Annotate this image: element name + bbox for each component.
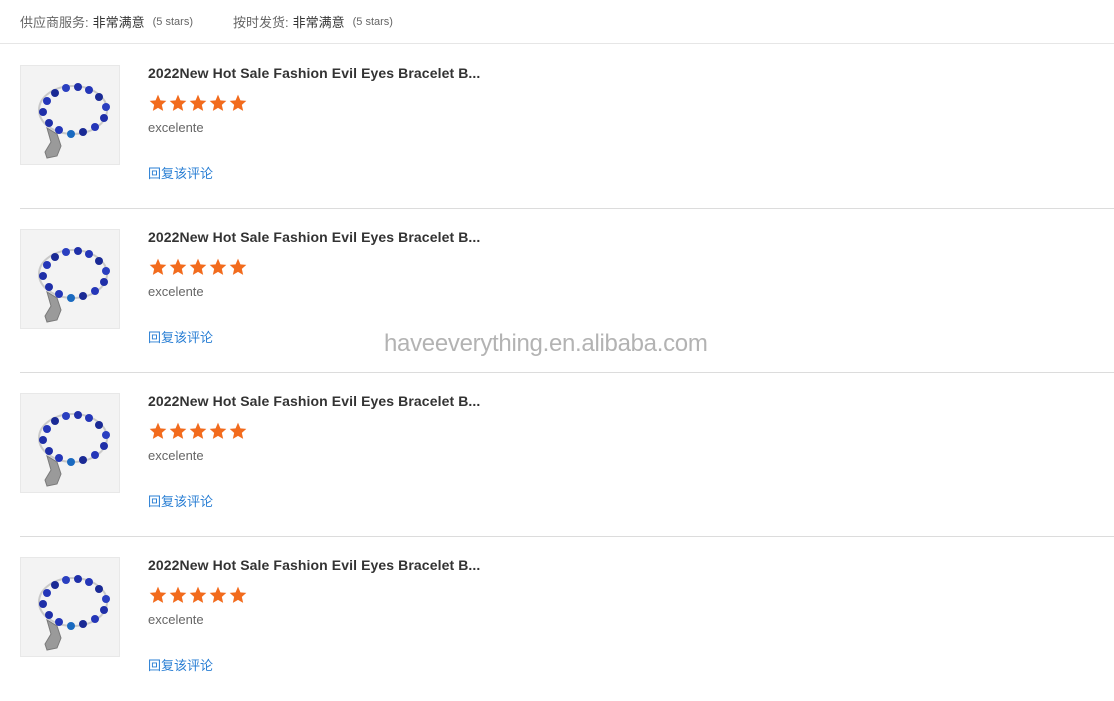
star-rating (148, 93, 668, 113)
reply-review-link[interactable]: 回复该评论 (148, 165, 213, 183)
supplier-service-value: 非常满意 (92, 15, 145, 30)
ontime-delivery-note: (5 stars) (352, 15, 393, 28)
review-text: excelente (148, 612, 204, 627)
review-item: 2022New Hot Sale Fashion Evil Eyes Brace… (20, 209, 1114, 373)
star-icon (228, 257, 248, 277)
star-icon (148, 93, 168, 113)
ontime-delivery-label: 按时发货: (232, 15, 289, 30)
star-icon (168, 585, 188, 605)
review-item: 2022New Hot Sale Fashion Evil Eyes Brace… (20, 537, 1114, 701)
review-list: 2022New Hot Sale Fashion Evil Eyes Brace… (0, 45, 1114, 701)
reply-review-link[interactable]: 回复该评论 (148, 329, 213, 347)
star-icon (208, 421, 228, 441)
ontime-delivery-value: 非常满意 (292, 15, 345, 30)
bracelet-image-icon (21, 394, 119, 492)
store-rating-summary: 供应商服务: 非常满意 (5 stars) 按时发货: 非常满意 (5 star… (0, 0, 1114, 44)
star-icon (148, 257, 168, 277)
supplier-service-rating: 供应商服务: 非常满意 (5 stars) (20, 12, 193, 31)
product-title[interactable]: 2022New Hot Sale Fashion Evil Eyes Brace… (148, 391, 493, 411)
star-rating (148, 585, 668, 605)
review-item: 2022New Hot Sale Fashion Evil Eyes Brace… (20, 373, 1114, 537)
product-thumbnail[interactable] (20, 65, 120, 165)
bracelet-image-icon (21, 558, 119, 656)
ontime-delivery-rating: 按时发货: 非常满意 (5 stars) (233, 12, 393, 31)
product-title[interactable]: 2022New Hot Sale Fashion Evil Eyes Brace… (148, 63, 493, 83)
star-icon (228, 93, 248, 113)
review-body: 2022New Hot Sale Fashion Evil Eyes Brace… (148, 555, 668, 675)
star-icon (148, 421, 168, 441)
reply-review-link[interactable]: 回复该评论 (148, 657, 213, 675)
star-icon (208, 93, 228, 113)
review-body: 2022New Hot Sale Fashion Evil Eyes Brace… (148, 63, 668, 183)
star-rating (148, 421, 668, 441)
star-rating (148, 257, 668, 277)
star-icon (188, 585, 208, 605)
product-thumbnail[interactable] (20, 557, 120, 657)
product-thumbnail[interactable] (20, 393, 120, 493)
bracelet-image-icon (21, 66, 119, 164)
star-icon (228, 421, 248, 441)
star-icon (188, 421, 208, 441)
review-text: excelente (148, 448, 204, 463)
star-icon (168, 421, 188, 441)
star-icon (188, 257, 208, 277)
review-text: excelente (148, 120, 204, 135)
star-icon (168, 93, 188, 113)
product-thumbnail[interactable] (20, 229, 120, 329)
product-title[interactable]: 2022New Hot Sale Fashion Evil Eyes Brace… (148, 227, 493, 247)
supplier-service-note: (5 stars) (152, 15, 193, 28)
supplier-service-label: 供应商服务: (20, 15, 89, 30)
star-icon (168, 257, 188, 277)
star-icon (208, 585, 228, 605)
review-body: 2022New Hot Sale Fashion Evil Eyes Brace… (148, 391, 668, 511)
product-title[interactable]: 2022New Hot Sale Fashion Evil Eyes Brace… (148, 555, 493, 575)
reply-review-link[interactable]: 回复该评论 (148, 493, 213, 511)
star-icon (148, 585, 168, 605)
star-icon (188, 93, 208, 113)
bracelet-image-icon (21, 230, 119, 328)
review-item: 2022New Hot Sale Fashion Evil Eyes Brace… (20, 45, 1114, 209)
review-text: excelente (148, 284, 204, 299)
star-icon (208, 257, 228, 277)
review-body: 2022New Hot Sale Fashion Evil Eyes Brace… (148, 227, 668, 347)
star-icon (228, 585, 248, 605)
